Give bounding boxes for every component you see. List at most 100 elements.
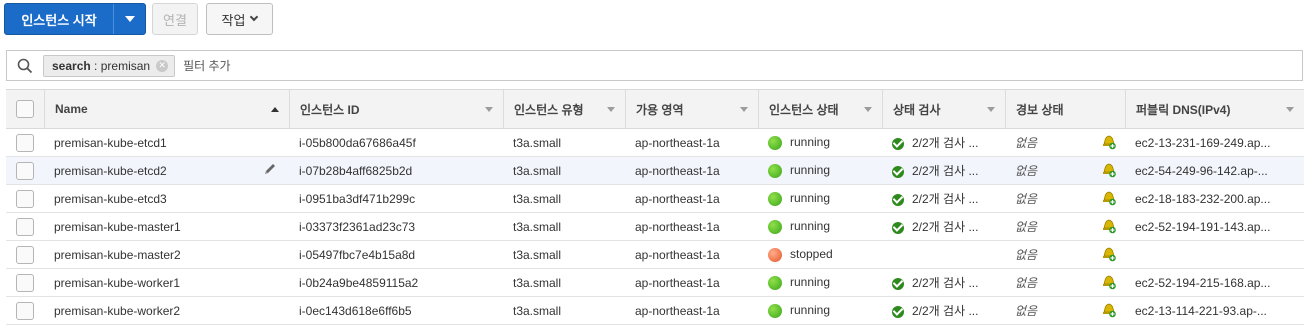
instance-id: i-0951ba3df471b299c bbox=[299, 191, 416, 206]
connect-button[interactable]: 연결 bbox=[152, 3, 198, 35]
public-dns: ec2-13-114-221-93.ap-... bbox=[1135, 303, 1267, 318]
col-public-dns[interactable]: 퍼블릭 DNS(IPv4) bbox=[1125, 90, 1304, 128]
table-row[interactable]: premisan-kube-etcd1 i-05b800da67686a45f t3… bbox=[6, 129, 1304, 157]
row-checkbox[interactable] bbox=[16, 273, 34, 292]
status-check-text: 2/2개 검사 ... bbox=[912, 136, 979, 150]
availability-zone: ap-northeast-1a bbox=[635, 247, 720, 262]
status-check-text: 2/2개 검사 ... bbox=[912, 164, 979, 178]
filter-bar[interactable]: search : premisan ✕ 필터 추가 bbox=[6, 50, 1303, 81]
col-name[interactable]: Name bbox=[44, 90, 289, 128]
public-dns: ec2-52-194-215-168.ap... bbox=[1135, 275, 1271, 290]
bell-add-icon[interactable] bbox=[1101, 244, 1117, 265]
filter-token-value: premisan bbox=[100, 58, 151, 73]
status-check-text: 2/2개 검사 ... bbox=[912, 276, 979, 290]
row-checkbox[interactable] bbox=[16, 245, 34, 264]
bell-add-icon[interactable] bbox=[1101, 300, 1117, 321]
alarm-status: 없음 bbox=[1015, 220, 1038, 234]
row-checkbox[interactable] bbox=[16, 133, 34, 152]
alarm-status: 없음 bbox=[1015, 136, 1038, 150]
public-dns: ec2-54-249-96-142.ap-... bbox=[1135, 163, 1268, 178]
row-checkbox[interactable] bbox=[16, 161, 34, 180]
instance-name: premisan-kube-etcd3 bbox=[54, 191, 167, 206]
alarm-status: 없음 bbox=[1015, 276, 1038, 290]
bell-add-icon[interactable] bbox=[1101, 132, 1117, 153]
bell-add-icon[interactable] bbox=[1101, 188, 1117, 209]
col-alarm-status[interactable]: 경보 상태 bbox=[1005, 90, 1125, 128]
sort-icon bbox=[1286, 106, 1294, 112]
bell-add-icon[interactable] bbox=[1101, 160, 1117, 181]
table-row[interactable]: premisan-kube-worker2 i-0ec143d618e6ff6b5… bbox=[6, 297, 1304, 325]
table-row[interactable]: premisan-kube-master1 i-03373f2361ad23c73… bbox=[6, 213, 1304, 241]
instance-id: i-03373f2361ad23c73 bbox=[299, 219, 416, 234]
alarm-status: 없음 bbox=[1015, 192, 1038, 206]
pencil-icon[interactable] bbox=[263, 162, 277, 179]
instance-id: i-0b24a9be4859115a2 bbox=[299, 275, 419, 290]
public-dns bbox=[1125, 241, 1304, 269]
col-instance-state[interactable]: 인스턴스 상태 bbox=[758, 90, 882, 128]
sort-icon bbox=[987, 106, 995, 112]
availability-zone: ap-northeast-1a bbox=[635, 163, 720, 178]
instance-name: premisan-kube-worker1 bbox=[54, 275, 181, 290]
state-dot-icon bbox=[768, 303, 782, 318]
state-dot-icon bbox=[768, 191, 782, 206]
table-header: Name 인스턴스 ID 인스턴스 유형 가용 영역 인스턴스 상태 상태 검사… bbox=[6, 89, 1304, 129]
launch-dropdown-button[interactable] bbox=[113, 4, 145, 34]
instance-state: stopped bbox=[790, 247, 833, 262]
alarm-status: 없음 bbox=[1015, 248, 1038, 262]
bell-add-icon[interactable] bbox=[1101, 272, 1117, 293]
launch-instance-button-group: 인스턴스 시작 bbox=[4, 3, 146, 35]
instance-id: i-05b800da67686a45f bbox=[299, 135, 416, 150]
row-checkbox[interactable] bbox=[16, 301, 34, 320]
search-icon bbox=[7, 58, 43, 74]
availability-zone: ap-northeast-1a bbox=[635, 303, 720, 318]
availability-zone: ap-northeast-1a bbox=[635, 191, 720, 206]
col-az[interactable]: 가용 영역 bbox=[625, 90, 758, 128]
instance-state: running bbox=[790, 219, 831, 234]
table-row[interactable]: premisan-kube-master2 i-05497fbc7e4b15a8d… bbox=[6, 241, 1304, 269]
instance-id: i-0ec143d618e6ff6b5 bbox=[299, 303, 412, 318]
filter-token[interactable]: search : premisan ✕ bbox=[43, 54, 176, 77]
table-row[interactable]: premisan-kube-etcd3 i-0951ba3df471b299c t3… bbox=[6, 185, 1304, 213]
availability-zone: ap-northeast-1a bbox=[635, 219, 720, 234]
caret-down-icon bbox=[124, 16, 135, 22]
row-checkbox[interactable] bbox=[16, 217, 34, 236]
instance-state: running bbox=[790, 275, 831, 290]
col-instance-id[interactable]: 인스턴스 ID bbox=[289, 90, 503, 128]
instance-name: premisan-kube-etcd1 bbox=[54, 135, 167, 150]
instance-id: i-07b28b4aff6825b2d bbox=[299, 163, 413, 178]
instance-type: t3a.small bbox=[513, 191, 562, 206]
instance-state: running bbox=[790, 163, 831, 178]
bell-add-icon[interactable] bbox=[1101, 216, 1117, 237]
instance-state: running bbox=[790, 135, 831, 150]
sort-asc-icon bbox=[271, 106, 279, 112]
status-check-text: 2/2개 검사 ... bbox=[912, 220, 979, 234]
chevron-down-icon bbox=[250, 12, 259, 22]
public-dns: ec2-13-231-169-249.ap... bbox=[1135, 135, 1271, 150]
actions-button[interactable]: 작업 bbox=[206, 3, 273, 35]
alarm-status: 없음 bbox=[1015, 304, 1038, 318]
col-instance-type[interactable]: 인스턴스 유형 bbox=[503, 90, 625, 128]
public-dns: ec2-52-194-191-143.ap... bbox=[1135, 219, 1271, 234]
state-dot-icon bbox=[768, 135, 782, 150]
instance-name: premisan-kube-master2 bbox=[54, 247, 181, 262]
instances-table: Name 인스턴스 ID 인스턴스 유형 가용 영역 인스턴스 상태 상태 검사… bbox=[6, 89, 1304, 325]
state-dot-icon bbox=[768, 247, 782, 262]
check-icon bbox=[892, 193, 904, 206]
check-icon bbox=[892, 165, 904, 178]
check-icon bbox=[892, 137, 904, 150]
select-all-checkbox[interactable] bbox=[16, 100, 34, 118]
status-check-text: 2/2개 검사 ... bbox=[912, 304, 979, 318]
close-icon[interactable]: ✕ bbox=[156, 59, 169, 72]
sort-icon bbox=[607, 106, 615, 112]
instance-id: i-05497fbc7e4b15a8d bbox=[299, 247, 416, 262]
instance-state: running bbox=[790, 303, 831, 318]
col-status-checks[interactable]: 상태 검사 bbox=[882, 90, 1005, 128]
state-dot-icon bbox=[768, 163, 782, 178]
instance-type: t3a.small bbox=[513, 219, 562, 234]
table-row[interactable]: premisan-kube-etcd2 i-07b28b4aff6825b2d t3… bbox=[6, 156, 1304, 185]
public-dns: ec2-18-183-232-200.ap... bbox=[1135, 191, 1271, 206]
row-checkbox[interactable] bbox=[16, 189, 34, 208]
table-row[interactable]: premisan-kube-worker1 i-0b24a9be4859115a2… bbox=[6, 269, 1304, 297]
launch-instance-button[interactable]: 인스턴스 시작 bbox=[5, 4, 113, 34]
add-filter-input[interactable]: 필터 추가 bbox=[183, 57, 231, 74]
